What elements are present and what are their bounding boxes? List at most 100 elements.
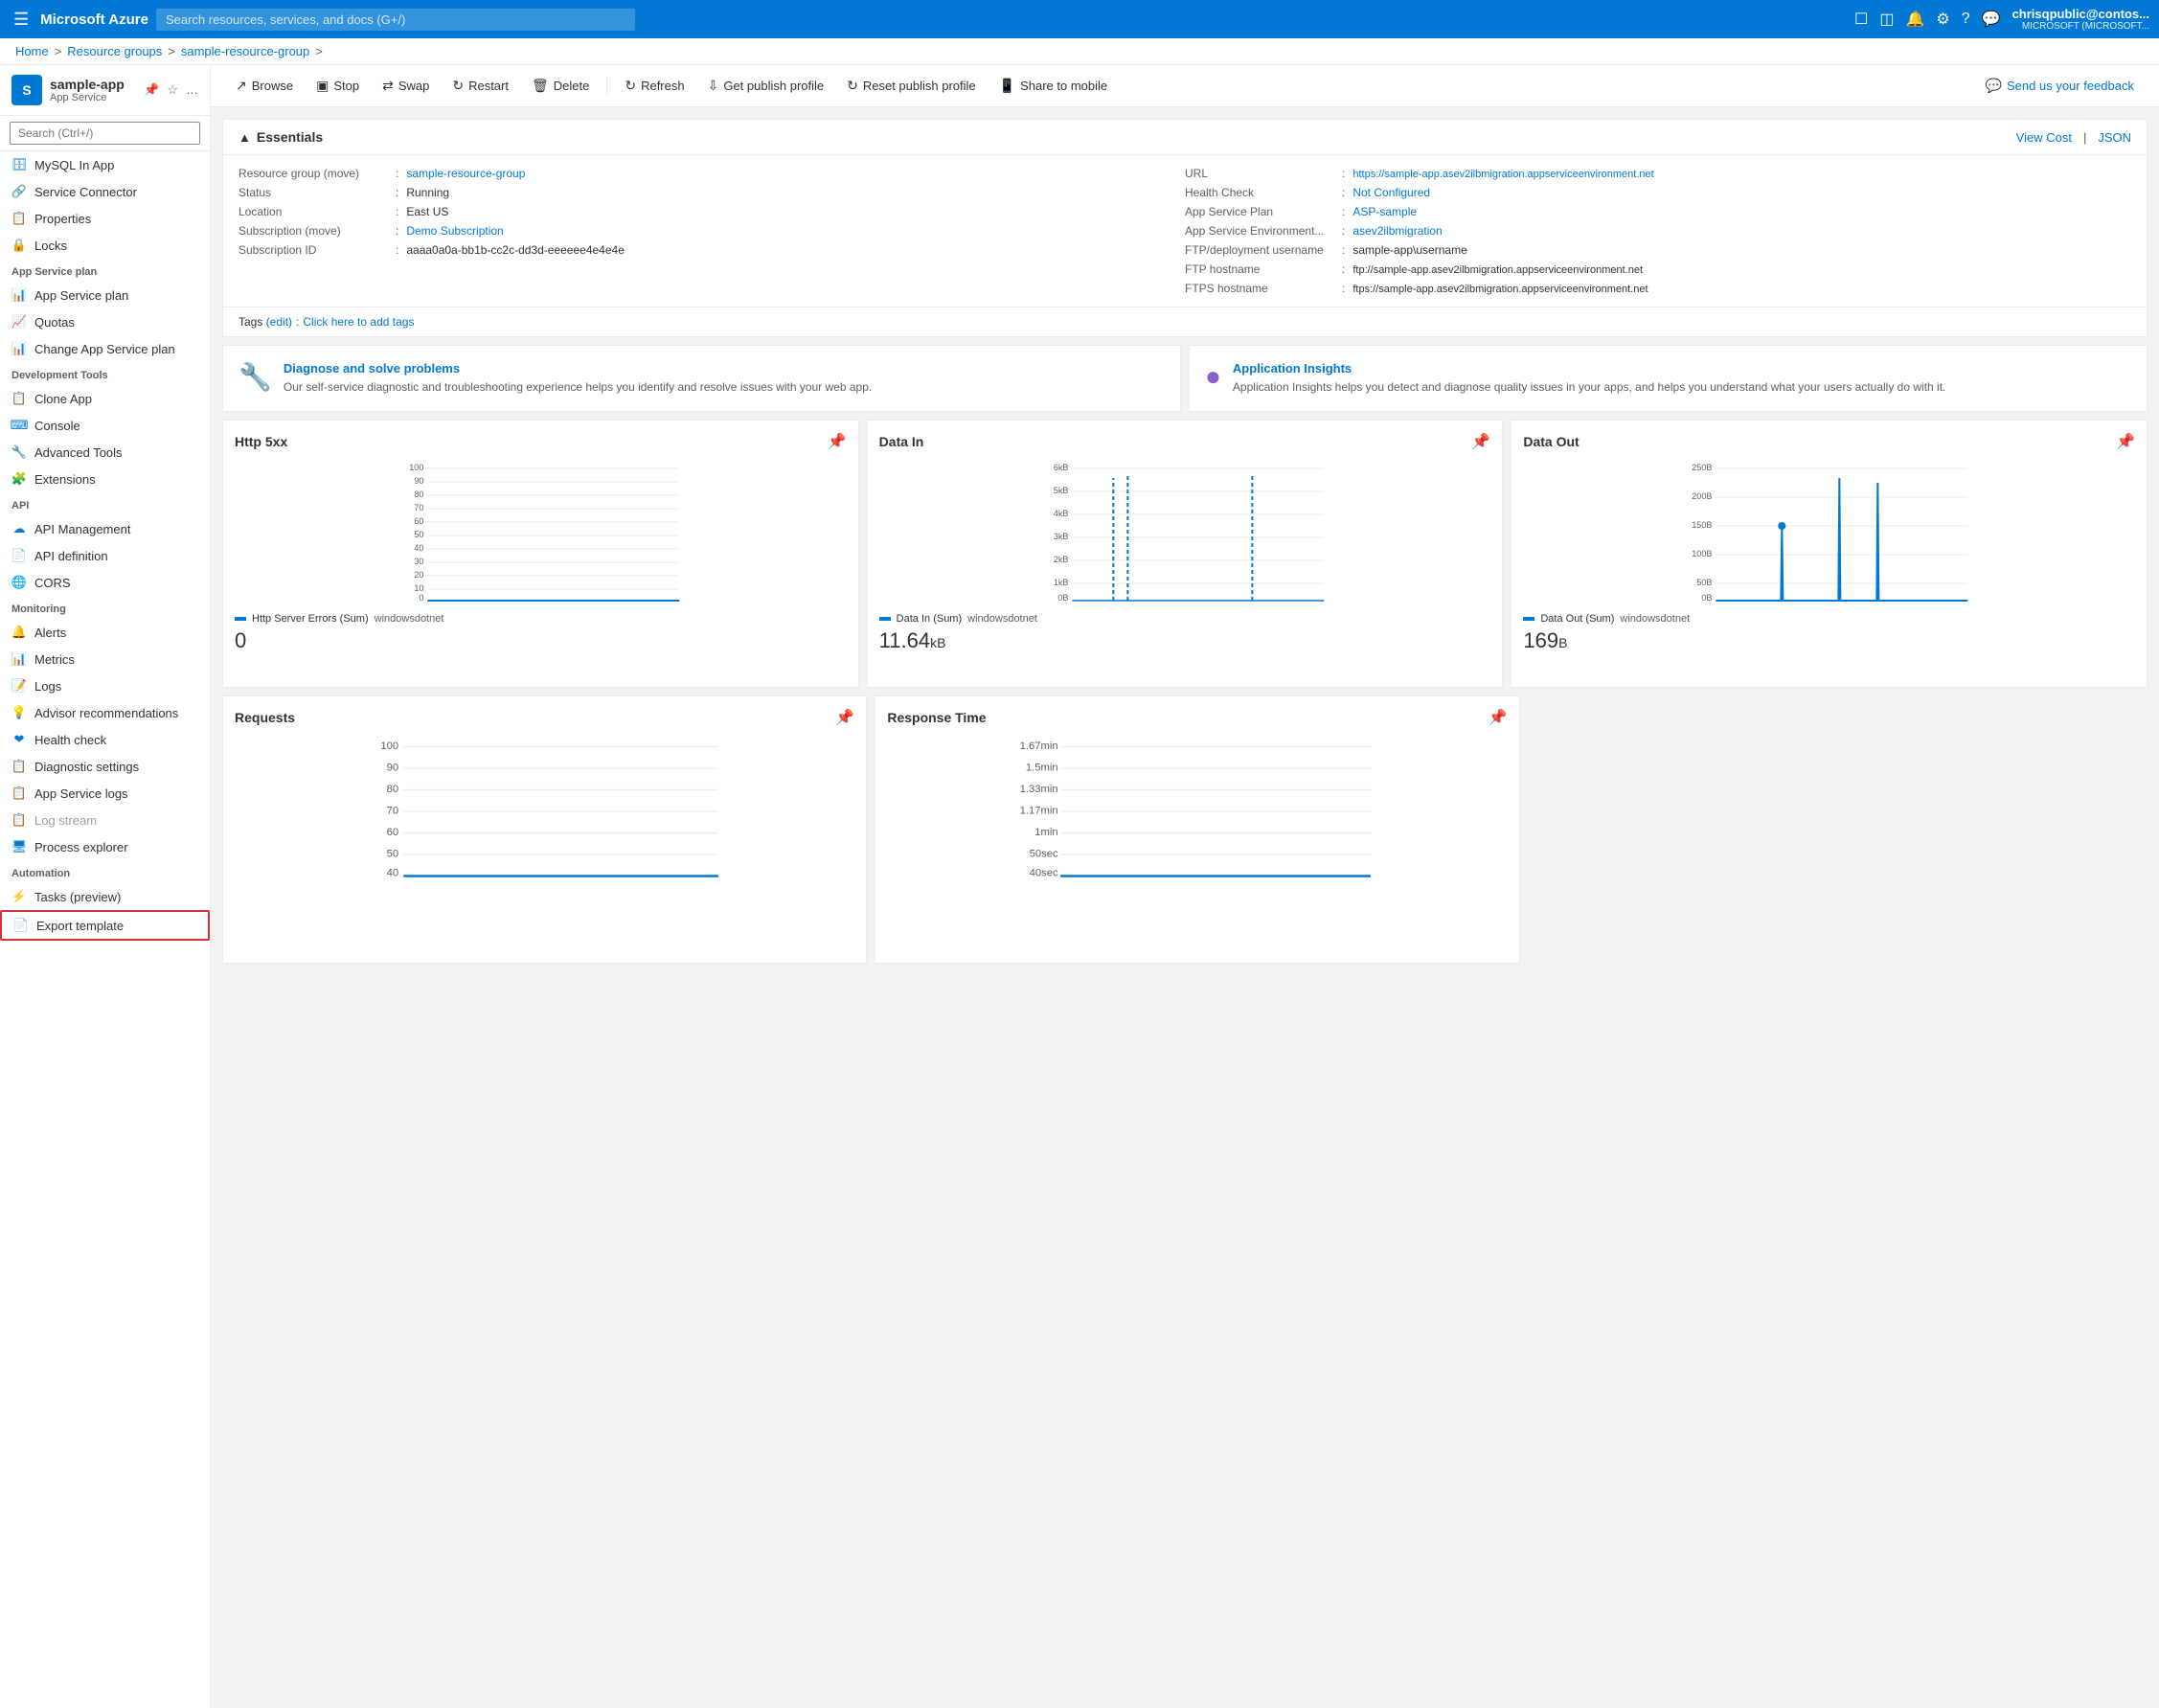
metric-pin-dataout[interactable]: 📌: [2116, 432, 2135, 451]
essentials-colon-ftps-host: :: [1342, 282, 1345, 295]
sidebar-item-quotas[interactable]: 📈 Quotas: [0, 308, 210, 335]
azure-logo: Microsoft Azure: [40, 11, 148, 28]
diagnose-icon: 🔧: [239, 361, 272, 393]
svg-text:80: 80: [387, 784, 399, 795]
sidebar-item-console[interactable]: ⌨ Console: [0, 412, 210, 439]
user-subscription: MICROSOFT (MICROSOFT...: [2012, 21, 2149, 32]
sidebar-item-mysql[interactable]: 🗄 MySQL In App: [0, 151, 210, 178]
process-explorer-icon: 🖥: [11, 839, 27, 854]
metric-pin-datain[interactable]: 📌: [1471, 432, 1490, 451]
cloud-shell-icon[interactable]: ☐: [1854, 10, 1868, 29]
svg-text:1.67min: 1.67min: [1020, 740, 1058, 752]
essentials-row-ftps-host: FTPS hostname : ftps://sample-app.asev2i…: [1185, 282, 2131, 295]
promo-card-insights[interactable]: ● Application Insights Application Insig…: [1189, 345, 2148, 412]
star-icon[interactable]: ☆: [167, 82, 178, 98]
sidebar-label-metrics: Metrics: [34, 652, 75, 667]
pin-icon[interactable]: 📌: [144, 82, 159, 98]
sidebar-item-metrics[interactable]: 📊 Metrics: [0, 646, 210, 672]
metric-pin-http5xx[interactable]: 📌: [828, 432, 847, 451]
promo-card-diagnose[interactable]: 🔧 Diagnose and solve problems Our self-s…: [222, 345, 1181, 412]
svg-text:70: 70: [414, 503, 423, 512]
sidebar-item-service-connector[interactable]: 🔗 Service Connector: [0, 178, 210, 205]
sidebar-item-log-stream[interactable]: 📋 Log stream: [0, 807, 210, 833]
delete-button[interactable]: 🗑 Delete: [522, 73, 599, 99]
main-content: ↗ Browse ▣ Stop ⇄ Swap ↻ Restart 🗑 Delet…: [211, 65, 2159, 1708]
help-icon[interactable]: ?: [1962, 11, 1970, 28]
essentials-value-subscription[interactable]: Demo Subscription: [406, 224, 503, 238]
sidebar-item-app-service-logs[interactable]: 📋 App Service logs: [0, 780, 210, 807]
sidebar-item-cors[interactable]: 🌐 CORS: [0, 569, 210, 596]
global-search-input[interactable]: [156, 9, 635, 31]
browse-button[interactable]: ↗ Browse: [226, 73, 303, 99]
sidebar-item-alerts[interactable]: 🔔 Alerts: [0, 619, 210, 646]
sidebar-label-service-connector: Service Connector: [34, 185, 137, 199]
breadcrumb-home[interactable]: Home: [15, 44, 49, 58]
metric-empty-slot: [1528, 695, 2148, 964]
sidebar-item-properties[interactable]: 📋 Properties: [0, 205, 210, 232]
swap-button[interactable]: ⇄ Swap: [373, 73, 439, 99]
sidebar-item-app-service-plan[interactable]: 📊 App Service plan: [0, 282, 210, 308]
sidebar-item-health-check[interactable]: ❤ Health check: [0, 726, 210, 753]
sidebar-label-logs: Logs: [34, 679, 61, 694]
hamburger-menu-icon[interactable]: ☰: [10, 6, 33, 34]
stop-button[interactable]: ▣ Stop: [307, 73, 369, 99]
sidebar-item-extensions[interactable]: 🧩 Extensions: [0, 466, 210, 492]
metric-card-http5xx: Http 5xx 📌 100 90 80 70 60 50 40 30 20: [222, 420, 859, 688]
essentials-value-url[interactable]: https://sample-app.asev2ilbmigration.app…: [1352, 169, 1653, 180]
settings-icon[interactable]: ⚙: [1936, 10, 1949, 29]
sidebar-item-tasks[interactable]: ⚡ Tasks (preview): [0, 883, 210, 910]
sidebar-search-container: [0, 116, 210, 151]
share-mobile-button[interactable]: 📱 Share to mobile: [989, 73, 1118, 99]
metrics-row-2: Requests 📌 100 90 80 70 60 50 40: [211, 695, 2159, 975]
essentials-chevron-icon[interactable]: ▲: [239, 130, 251, 145]
essentials-value-asp[interactable]: ASP-sample: [1352, 205, 1417, 218]
metric-unit-datain: kB: [930, 635, 945, 650]
feedback-button[interactable]: 💬 Send us your feedback: [1976, 73, 2144, 99]
svg-text:70: 70: [387, 805, 399, 816]
sidebar-item-change-plan[interactable]: 📊 Change App Service plan: [0, 335, 210, 362]
portal-icon[interactable]: ◫: [1879, 10, 1894, 29]
legend-sub-datain: windowsdotnet: [967, 613, 1037, 625]
essentials-value-rg[interactable]: sample-resource-group: [406, 167, 525, 180]
sidebar-item-api-management[interactable]: ☁ API Management: [0, 515, 210, 542]
breadcrumb-resource-groups[interactable]: Resource groups: [67, 44, 162, 58]
notifications-icon[interactable]: 🔔: [1905, 10, 1924, 29]
tags-edit-link[interactable]: (edit): [266, 315, 292, 329]
view-cost-link[interactable]: View Cost: [2016, 130, 2072, 145]
metric-card-responsetime: Response Time 📌 1.67min 1.5min 1.33min 1…: [875, 695, 1519, 964]
reset-publish-profile-button[interactable]: ↻ Reset publish profile: [837, 73, 986, 99]
breadcrumb-sample-resource-group[interactable]: sample-resource-group: [181, 44, 309, 58]
tags-add-link[interactable]: Click here to add tags: [303, 315, 414, 329]
sidebar-item-clone-app[interactable]: 📋 Clone App: [0, 385, 210, 412]
sidebar-search-input[interactable]: [10, 122, 200, 145]
essentials-label-subscription: Subscription (move): [239, 224, 392, 238]
metric-pin-requests[interactable]: 📌: [835, 708, 854, 727]
svg-text:20: 20: [414, 570, 423, 580]
sidebar-item-advanced-tools[interactable]: 🔧 Advanced Tools: [0, 439, 210, 466]
sidebar-item-logs[interactable]: 📝 Logs: [0, 672, 210, 699]
alerts-icon: 🔔: [11, 625, 27, 640]
section-label-automation: Automation: [0, 860, 210, 883]
feedback-icon[interactable]: 💬: [1982, 10, 2001, 29]
sidebar-item-locks[interactable]: 🔒 Locks: [0, 232, 210, 259]
essentials-label-asp: App Service Plan: [1185, 205, 1338, 218]
refresh-button[interactable]: ↻ Refresh: [615, 73, 693, 99]
restart-button[interactable]: ↻ Restart: [443, 73, 518, 99]
sidebar-item-export-template[interactable]: 📄 Export template: [0, 910, 210, 941]
essentials-value-ase[interactable]: asev2ilbmigration: [1352, 224, 1442, 238]
sidebar-item-diagnostic-settings[interactable]: 📋 Diagnostic settings: [0, 753, 210, 780]
metric-pin-responsetime[interactable]: 📌: [1489, 708, 1508, 727]
sidebar-app-info: sample-app App Service: [50, 77, 125, 103]
sidebar-item-api-definition[interactable]: 📄 API definition: [0, 542, 210, 569]
json-link[interactable]: JSON: [2098, 130, 2131, 145]
sidebar-item-process-explorer[interactable]: 🖥 Process explorer: [0, 833, 210, 860]
svg-text:1.5min: 1.5min: [1026, 762, 1058, 773]
essentials-value-ftp-user: sample-app\username: [1352, 243, 1466, 257]
svg-text:4kB: 4kB: [1053, 509, 1068, 518]
more-icon[interactable]: …: [186, 82, 198, 98]
get-publish-profile-button[interactable]: ⇩ Get publish profile: [698, 73, 834, 99]
user-account[interactable]: chrisqpublic@contos... MICROSOFT (MICROS…: [2012, 7, 2149, 32]
essentials-colon-status: :: [396, 186, 398, 199]
sidebar-item-advisor[interactable]: 💡 Advisor recommendations: [0, 699, 210, 726]
essentials-value-health[interactable]: Not Configured: [1352, 186, 1430, 199]
